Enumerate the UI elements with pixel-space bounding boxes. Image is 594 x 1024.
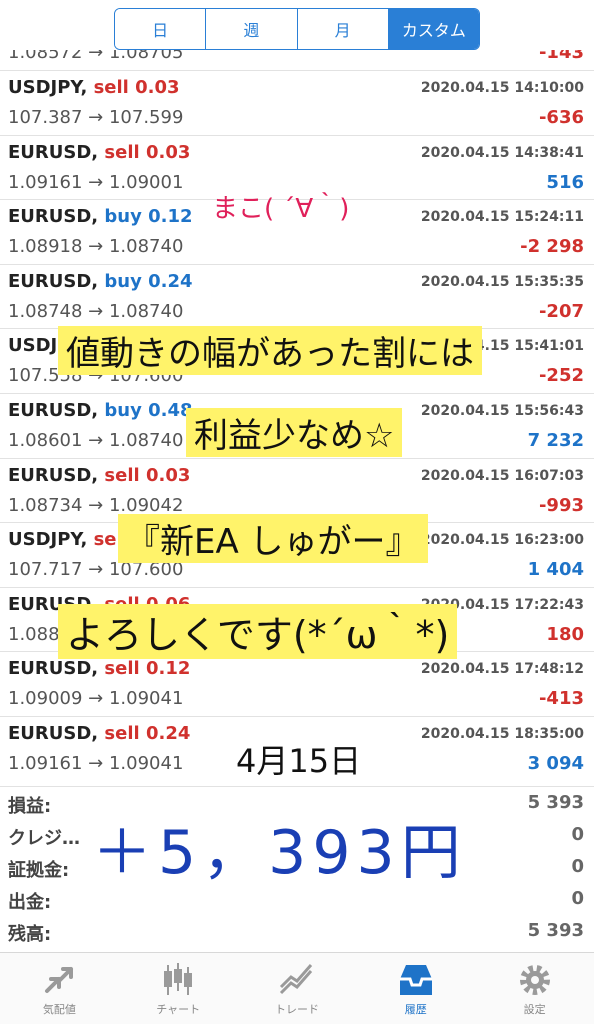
symbol-text: EURUSD, — [8, 206, 99, 228]
tab-history-label: 履歴 — [404, 1003, 427, 1016]
tab-chart[interactable]: チャート — [119, 953, 238, 1024]
comment-line-1: 値動きの幅があった割には — [58, 326, 482, 375]
symbol-text: USDJPY, — [8, 77, 88, 98]
bottom-tab-bar: 気配値 チャート トレード 履歴 設定 — [0, 952, 594, 1024]
symbol-text: EURUSD, — [8, 270, 99, 292]
summary-label: 残高: — [8, 924, 52, 945]
trade-symbol: EURUSD, sell 0.03 — [8, 142, 190, 163]
trade-profit: 7 232 — [527, 429, 584, 451]
symbol-text: EURUSD, — [8, 722, 99, 744]
trade-profit: 516 — [546, 171, 584, 193]
trade-prices: 1.08601 → 1.08740 — [8, 429, 184, 451]
trade-profit: 3 094 — [527, 752, 584, 774]
trade-prices: 107.387 → 107.599 — [8, 107, 184, 128]
period-tab-month[interactable]: 月 — [297, 9, 389, 49]
trade-symbol: EURUSD, buy 0.48 — [8, 400, 193, 421]
settings-icon — [519, 965, 550, 995]
trade-profit: 1 404 — [527, 559, 584, 581]
trade-side: buy 0.48 — [104, 399, 193, 421]
trade-time: 2020.04.15 15:35:35 — [420, 273, 584, 290]
trade-row[interactable]: USDJPY, sell 0.03 2020.04.15 14:10:00 107.… — [0, 70, 594, 135]
trade-prices: 1.09161 → 1.09001 — [8, 171, 184, 193]
summary-label: クレジ… — [8, 828, 80, 849]
summary-value: 5 393 — [527, 792, 584, 813]
trade-time: 2020.04.15 15:56:43 — [420, 402, 584, 419]
trade-side: sell 0.12 — [104, 658, 191, 680]
trade-row[interactable]: EURUSD, sell 0.12 2020.04.15 17:48:12 1.09… — [0, 651, 594, 716]
trade-side: buy 0.24 — [104, 270, 193, 292]
tab-trade-label: トレード — [274, 1003, 319, 1016]
partial-profit: -143 — [538, 50, 584, 63]
history-icon — [399, 965, 432, 995]
symbol-text: EURUSD, — [8, 141, 99, 163]
partial-trade-row: 1.08572 → 1.08705 -143 — [0, 50, 594, 70]
author-signature-text: まこ( ´∀｀) — [212, 194, 350, 224]
tab-history[interactable]: 履歴 — [356, 953, 475, 1024]
trade-prices: 1.09009 → 1.09041 — [8, 688, 184, 710]
chart-icon — [164, 963, 193, 995]
trade-row[interactable]: EURUSD, buy 0.24 2020.04.15 15:35:35 1.087… — [0, 263, 594, 329]
tab-settings[interactable]: 設定 — [475, 953, 594, 1024]
trade-side: sell 0.03 — [93, 77, 180, 98]
period-tab-week[interactable]: 週 — [206, 9, 298, 49]
symbol-text: USDJPY, — [8, 529, 88, 551]
summary-value: 0 — [571, 888, 584, 909]
summary-label: 証拠金: — [8, 860, 70, 881]
comment-line-4: よろしくです(*´ω｀*) — [58, 604, 458, 659]
trade-profit: -993 — [538, 494, 584, 516]
trade-side: sell 0.24 — [104, 722, 191, 744]
trade-time: 2020.04.15 17:48:12 — [420, 661, 584, 678]
trade-prices: 1.08734 → 1.09042 — [8, 494, 184, 516]
period-tab-day[interactable]: 日 — [115, 9, 207, 49]
trade-row[interactable]: EURUSD, sell 0.03 2020.04.15 16:07:03 1.08… — [0, 457, 594, 523]
trade-symbol: USDJPY, sell 0.03 — [8, 77, 180, 98]
trade-profit: -207 — [538, 300, 584, 322]
trade-symbol: EURUSD, buy 0.12 — [8, 206, 193, 227]
summary-label: 出金: — [8, 892, 52, 913]
trade-profit: -413 — [538, 688, 584, 710]
trade-symbol: EURUSD, sell 0.24 — [8, 723, 190, 744]
trade-prices: 1.08918 → 1.08740 — [8, 236, 184, 258]
trade-symbol: EURUSD, buy 0.24 — [8, 271, 193, 292]
summary-value: 5 393 — [527, 920, 584, 941]
trade-time: 2020.04.15 15:24:11 — [420, 209, 584, 226]
symbol-text: EURUSD, — [8, 658, 99, 680]
period-tab-custom[interactable]: カスタム — [388, 9, 479, 49]
tab-quotes[interactable]: 気配値 — [0, 953, 119, 1024]
summary-value: 0 — [571, 824, 584, 845]
trade-profit: -2 298 — [520, 236, 584, 258]
tab-quotes-label: 気配値 — [42, 1003, 76, 1016]
trade-profit: -252 — [538, 365, 584, 387]
summary-row: 残高: 5 393 — [0, 915, 594, 947]
tab-settings-label: 設定 — [523, 1003, 546, 1016]
trade-prices: 1.09161 → 1.09041 — [8, 752, 184, 774]
period-segmented-control: 日 週 月 カスタム — [114, 8, 480, 50]
symbol-text: EURUSD, — [8, 399, 99, 421]
partial-prices: 1.08572 → 1.08705 — [8, 50, 184, 63]
trade-profit: -636 — [538, 107, 584, 128]
trade-symbol: EURUSD, sell 0.12 — [8, 658, 190, 679]
quotes-icon — [45, 967, 74, 993]
trade-prices: 1.08748 → 1.08740 — [8, 300, 184, 322]
trade-side: sell 0.03 — [104, 464, 191, 486]
comment-line-2: 利益少なめ☆ — [186, 408, 403, 457]
summary-label: 損益: — [8, 796, 52, 817]
trade-time: 2020.04.15 14:10:00 — [420, 80, 584, 96]
handwritten-date: 4月15日 — [236, 742, 362, 780]
trade-icon — [279, 964, 313, 995]
tab-trade[interactable]: トレード — [238, 953, 357, 1024]
tab-chart-label: チャート — [156, 1003, 201, 1016]
symbol-text: EURUSD, — [8, 464, 99, 486]
trade-profit: 180 — [546, 623, 584, 645]
handwritten-total: ＋5，393円 — [92, 818, 467, 888]
trade-symbol: EURUSD, sell 0.03 — [8, 465, 190, 486]
trade-time: 2020.04.15 18:35:00 — [420, 725, 584, 742]
summary-value: 0 — [571, 856, 584, 877]
trade-time: 2020.04.15 16:23:00 — [420, 532, 584, 549]
trade-time: 2020.04.15 14:38:41 — [420, 144, 584, 161]
trade-time: 2020.04.15 16:07:03 — [420, 467, 584, 484]
comment-line-3: 『新EA しゅがー』 — [118, 514, 428, 563]
trade-side: sell 0.03 — [104, 141, 191, 163]
trade-side: buy 0.12 — [104, 206, 193, 228]
